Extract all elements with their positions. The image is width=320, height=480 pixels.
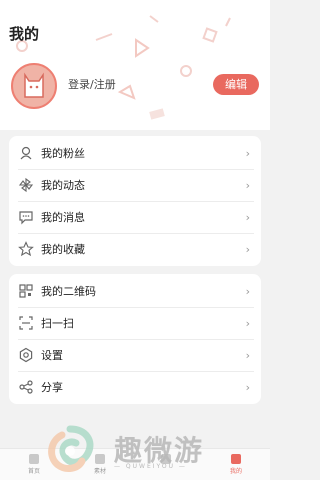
menu-item-qrcode[interactable]: 我的二维码 › xyxy=(9,275,261,307)
menu-item-favorites[interactable]: 我的收藏 › xyxy=(9,233,261,265)
chevron-right-icon: › xyxy=(245,380,250,394)
menu-item-messages[interactable]: 我的消息 › xyxy=(9,201,261,233)
chevron-right-icon: › xyxy=(245,284,250,298)
menu-item-scan[interactable]: 扫一扫 › xyxy=(9,307,261,339)
edit-button[interactable]: 编辑 xyxy=(213,74,259,95)
chevron-right-icon: › xyxy=(245,316,250,330)
menu-card-secondary: 我的二维码 › 扫一扫 › 设置 › 分享 › xyxy=(9,274,261,404)
avatar[interactable] xyxy=(11,63,57,109)
chevron-right-icon: › xyxy=(245,348,250,362)
scan-icon xyxy=(19,316,33,330)
menu-item-label: 我的粉丝 xyxy=(41,147,85,160)
menu-item-label: 我的消息 xyxy=(41,211,85,224)
chevron-right-icon: › xyxy=(245,242,250,256)
pinwheel-icon xyxy=(18,177,34,193)
menu-item-label: 我的动态 xyxy=(41,179,85,192)
chevron-right-icon: › xyxy=(245,146,250,160)
menu-item-dynamics[interactable]: 我的动态 › xyxy=(9,169,261,201)
menu-item-settings[interactable]: 设置 › xyxy=(9,339,261,371)
home-icon xyxy=(29,454,39,464)
menu-item-label: 我的收藏 xyxy=(41,243,85,256)
fans-icon xyxy=(20,146,32,160)
page-title: 我的 xyxy=(9,25,40,43)
menu-item-share[interactable]: 分享 › xyxy=(9,371,261,403)
profile-header: 我的 登录/注册 编辑 xyxy=(0,0,270,130)
menu-item-label: 扫一扫 xyxy=(41,317,74,330)
watermark-subtitle: — QUWEIYOU — xyxy=(114,463,187,470)
share-icon xyxy=(19,380,33,394)
menu-card-primary: 我的粉丝 › 我的动态 › 我的消息 › 我的收藏 › xyxy=(9,136,261,266)
watermark: 趣微游 — QUWEIYOU — xyxy=(42,425,242,480)
message-icon xyxy=(19,211,33,225)
login-register-link[interactable]: 登录/注册 xyxy=(68,76,116,92)
menu-item-fans[interactable]: 我的粉丝 › xyxy=(9,137,261,169)
chevron-right-icon: › xyxy=(245,210,250,224)
tab-label: 首页 xyxy=(27,468,40,475)
default-avatar-icon xyxy=(24,72,44,98)
menu-item-label: 设置 xyxy=(41,349,63,362)
qrcode-icon xyxy=(19,284,33,298)
menu-item-label: 分享 xyxy=(41,381,63,394)
star-icon xyxy=(18,241,34,257)
watermark-logo-icon xyxy=(48,425,94,472)
menu-item-label: 我的二维码 xyxy=(41,285,96,298)
chevron-right-icon: › xyxy=(245,178,250,192)
gear-icon xyxy=(19,347,33,363)
